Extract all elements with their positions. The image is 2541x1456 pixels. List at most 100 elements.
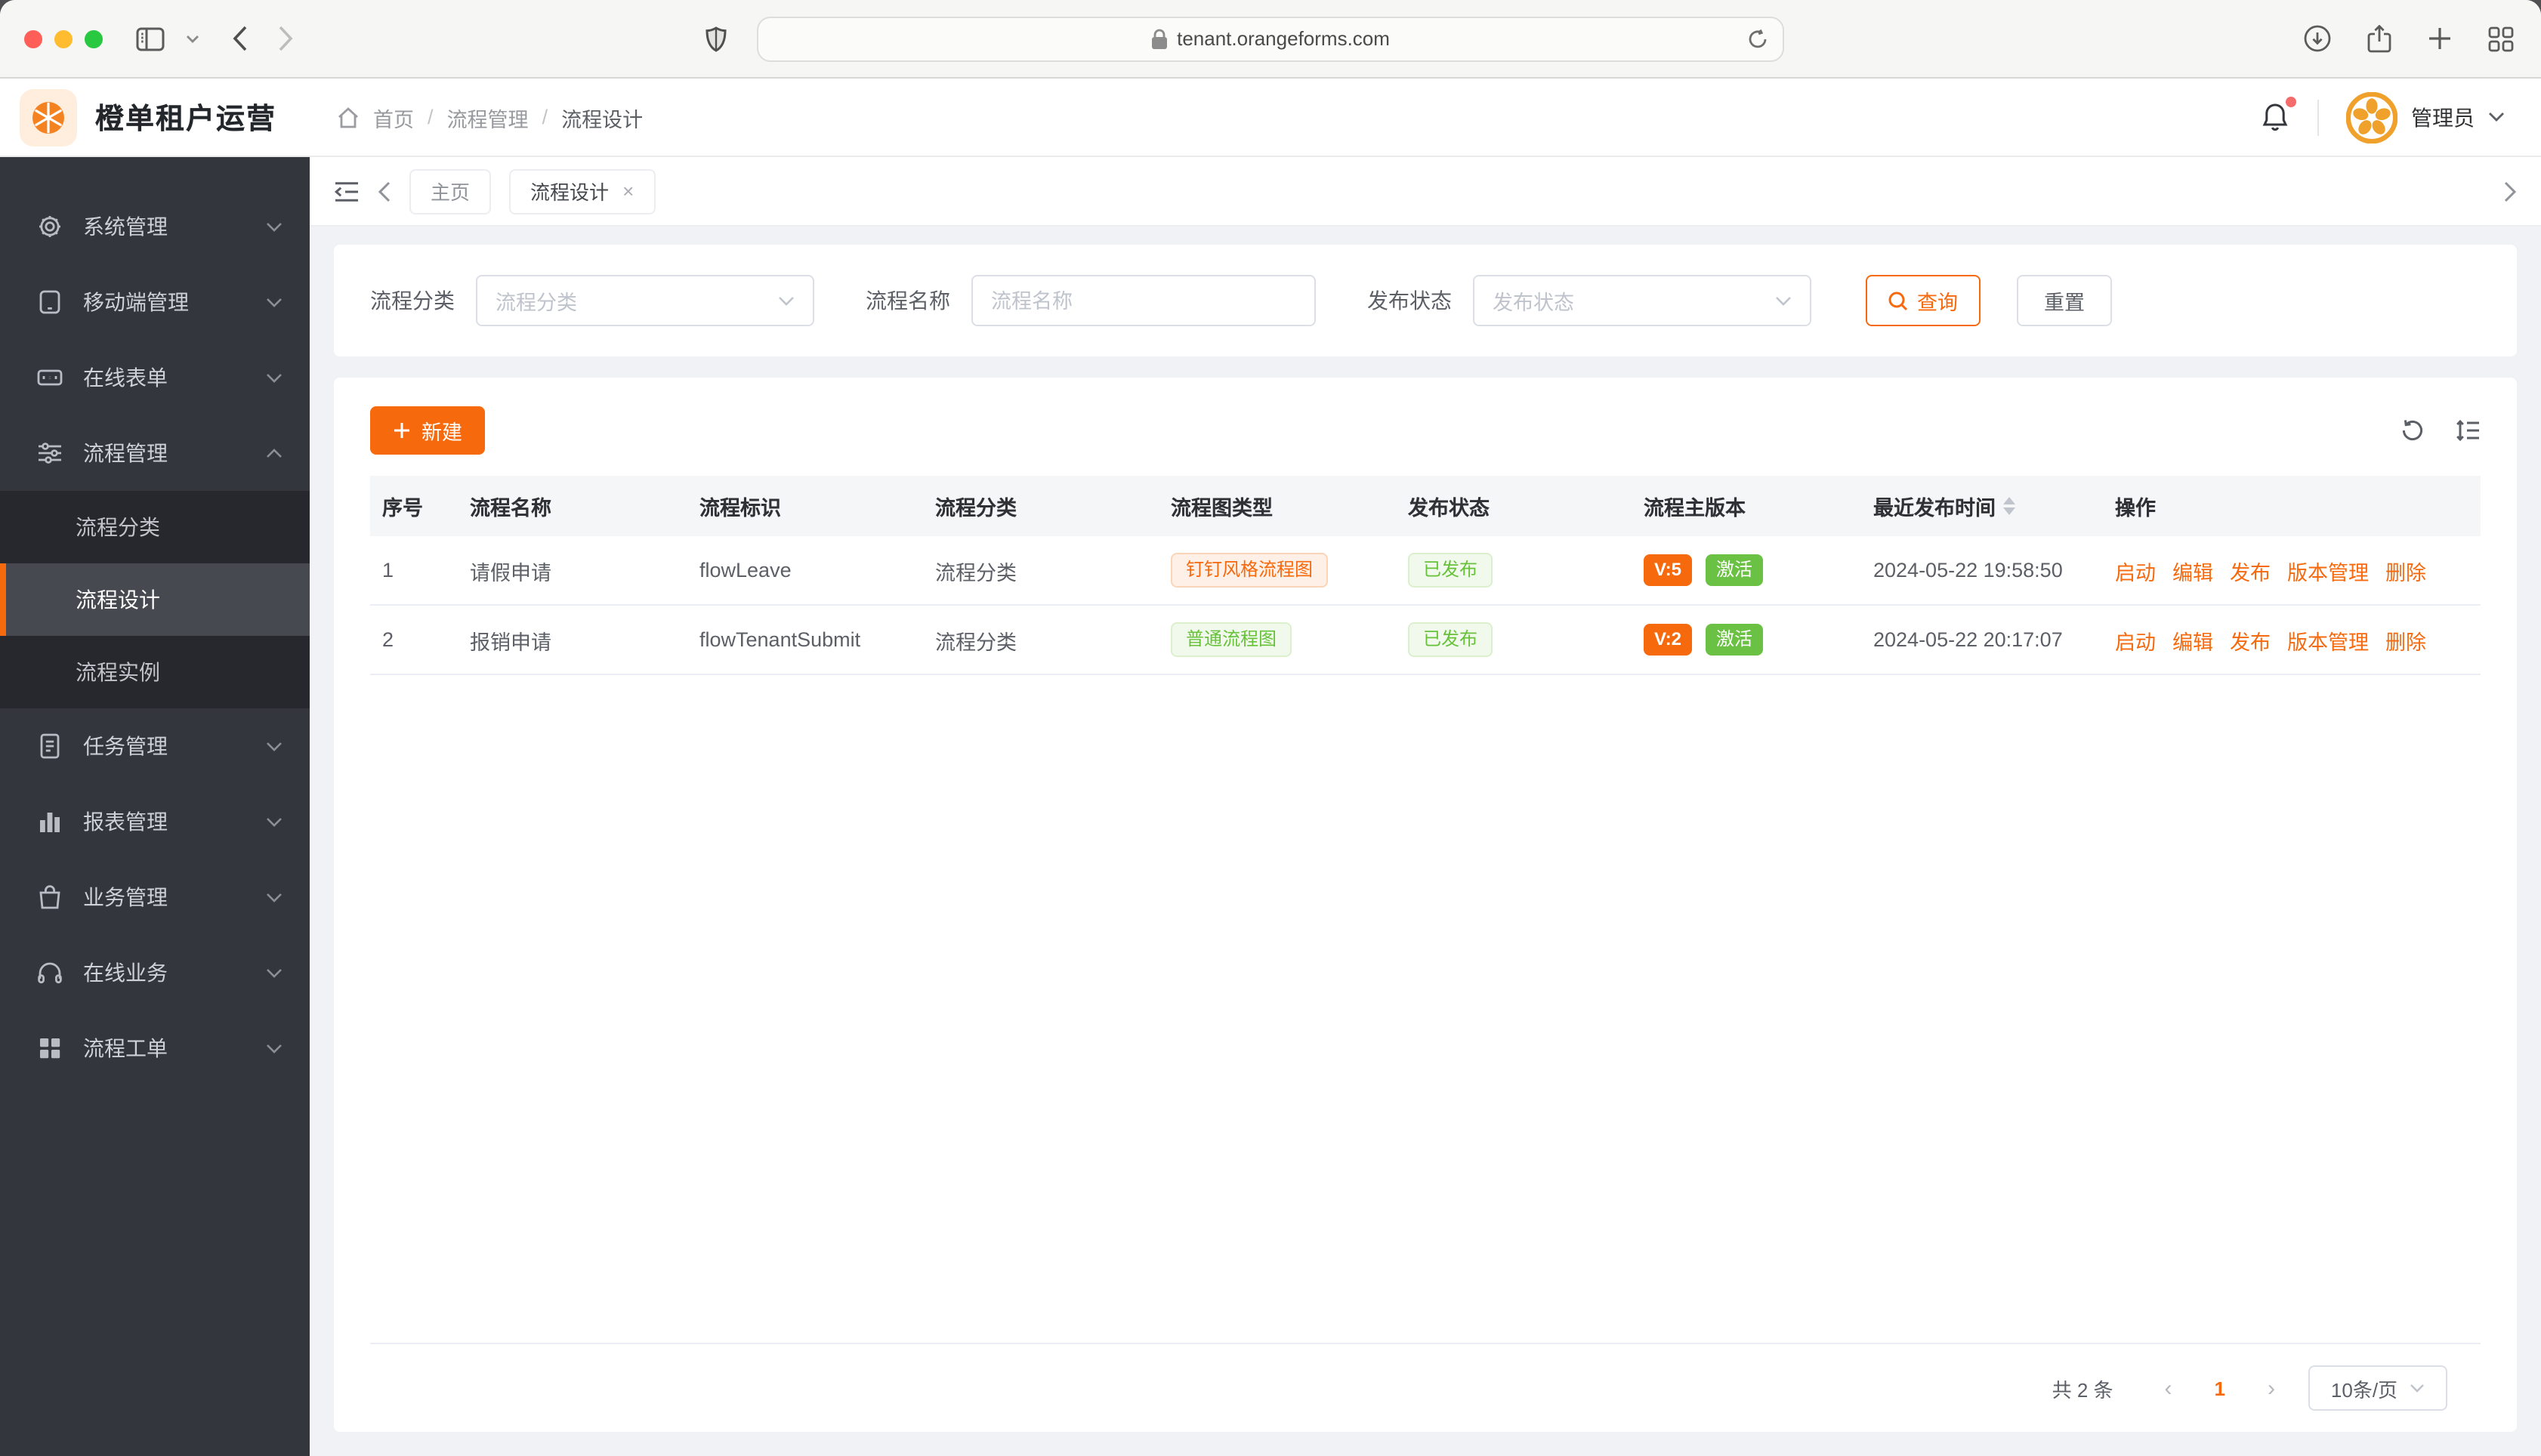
tab-bar: 主页 流程设计 × [310, 157, 2541, 227]
notifications-button[interactable] [2260, 97, 2296, 133]
sidebar-item-flow-mgmt[interactable]: 流程管理 [0, 415, 310, 491]
user-menu[interactable]: 管理员 [2346, 91, 2505, 143]
table-empty-area [370, 675, 2481, 1344]
publish-link[interactable]: 发布 [2230, 555, 2271, 585]
page-title: 橙单租户运营 [95, 104, 277, 136]
category-select[interactable]: 流程分类 [476, 275, 814, 326]
document-icon [36, 733, 63, 760]
version-mgmt-link[interactable]: 版本管理 [2287, 625, 2369, 655]
pagination: 共 2 条 ‹ 1 › 10条/页 [370, 1344, 2481, 1432]
page-number[interactable]: 1 [2215, 1377, 2225, 1399]
cell-name: 报销申请 [470, 631, 551, 653]
chevron-down-icon [266, 741, 283, 751]
flow-name-input[interactable] [971, 275, 1316, 326]
name-filter-label: 流程名称 [866, 288, 950, 313]
tab-flow-design[interactable]: 流程设计 × [509, 168, 656, 214]
grid-icon [36, 1035, 63, 1062]
chevron-up-icon [266, 448, 283, 458]
bar-chart-icon [36, 808, 63, 835]
headphones-icon [36, 959, 63, 986]
cell-name: 请假申请 [470, 561, 551, 584]
start-link[interactable]: 启动 [2115, 555, 2156, 585]
chevron-down-icon [266, 816, 283, 827]
chevron-down-icon [266, 221, 283, 232]
sidebar-item-mobile-mgmt[interactable]: 移动端管理 [0, 264, 310, 340]
url-text: tenant.orangeforms.com [1177, 27, 1390, 50]
delete-link[interactable]: 删除 [2385, 625, 2426, 655]
downloads-button[interactable] [2304, 25, 2331, 52]
sidebar-item-task-mgmt[interactable]: 任务管理 [0, 708, 310, 784]
delete-link[interactable]: 删除 [2385, 555, 2426, 585]
col-header-version: 流程主版本 [1644, 497, 1746, 520]
mobile-icon [36, 288, 63, 316]
back-button[interactable] [233, 26, 248, 51]
sidebar-dropdown-chevron-icon[interactable] [186, 34, 199, 43]
tab-scroll-left-icon[interactable] [378, 180, 391, 202]
create-button[interactable]: 新建 [370, 406, 485, 455]
tab-scroll-right-icon[interactable] [2503, 180, 2517, 202]
search-icon [1888, 291, 1908, 310]
refresh-table-icon[interactable] [2401, 418, 2425, 443]
table-header-row: 序号 流程名称 流程标识 流程分类 流程图类型 发布状态 流程主版本 最近发布时… [370, 476, 2481, 536]
chevron-down-icon [1775, 295, 1792, 306]
edit-link[interactable]: 编辑 [2172, 625, 2213, 655]
flow-mgmt-submenu: 流程分类 流程设计 流程实例 [0, 491, 310, 708]
breadcrumb-current: 流程设计 [561, 108, 644, 131]
chevron-down-icon [266, 967, 283, 978]
breadcrumb-flow-mgmt[interactable]: 流程管理 [447, 102, 529, 132]
sidebar-item-flow-workorder[interactable]: 流程工单 [0, 1010, 310, 1086]
table-row: 1 请假申请 flowLeave 流程分类 钉钉风格流程图 已发布 V:5 激活 … [370, 536, 2481, 606]
publish-link[interactable]: 发布 [2230, 625, 2271, 655]
sidebar-item-online-forms[interactable]: 在线表单 [0, 340, 310, 415]
avatar [2346, 91, 2397, 143]
version-mgmt-link[interactable]: 版本管理 [2287, 555, 2369, 585]
sidebar-item-report-mgmt[interactable]: 报表管理 [0, 784, 310, 859]
col-header-key: 流程标识 [699, 497, 781, 520]
forward-button[interactable] [278, 26, 293, 51]
minimize-window-button[interactable] [54, 29, 73, 48]
sidebar-item-business-mgmt[interactable]: 业务管理 [0, 859, 310, 935]
status-badge: 已发布 [1408, 553, 1493, 588]
reset-button[interactable]: 重置 [2017, 275, 2112, 326]
sidebar-item-flow-instance[interactable]: 流程实例 [0, 636, 310, 708]
collapse-tabs-icon[interactable] [334, 180, 360, 202]
chevron-down-icon [266, 1043, 283, 1053]
row-actions: 启动 编辑 发布 版本管理 删除 [2103, 555, 2481, 585]
prev-page-button[interactable]: ‹ [2156, 1375, 2181, 1401]
privacy-shield-icon[interactable] [705, 26, 727, 51]
reload-button[interactable] [1748, 28, 1768, 49]
edit-link[interactable]: 编辑 [2172, 555, 2213, 585]
col-header-published[interactable]: 最近发布时间 [1861, 491, 2103, 521]
start-link[interactable]: 启动 [2115, 625, 2156, 655]
tab-home[interactable]: 主页 [409, 168, 492, 214]
form-icon [36, 364, 63, 391]
zoom-window-button[interactable] [85, 29, 103, 48]
new-tab-button[interactable] [2428, 26, 2452, 51]
column-settings-icon[interactable] [2455, 418, 2481, 443]
chevron-down-icon [266, 892, 283, 902]
breadcrumb-home[interactable]: 首页 [373, 102, 414, 132]
close-window-button[interactable] [24, 29, 42, 48]
search-button[interactable]: 查询 [1866, 275, 1981, 326]
share-button[interactable] [2367, 24, 2391, 53]
cell-published-time: 2024-05-22 19:58:50 [1873, 559, 2063, 581]
cell-category: 流程分类 [935, 631, 1017, 653]
tab-overview-button[interactable] [2488, 26, 2514, 51]
sort-icon[interactable] [2003, 497, 2015, 515]
close-tab-icon[interactable]: × [622, 180, 634, 202]
col-header-status: 发布状态 [1408, 497, 1490, 520]
active-chip: 激活 [1706, 554, 1764, 586]
sidebar-item-flow-design[interactable]: 流程设计 [0, 563, 310, 636]
sidebar-item-system-mgmt[interactable]: 系统管理 [0, 189, 310, 264]
address-bar[interactable]: tenant.orangeforms.com [757, 16, 1784, 61]
status-filter-label: 发布状态 [1367, 288, 1452, 313]
sidebar-item-online-business[interactable]: 在线业务 [0, 935, 310, 1010]
page-size-select[interactable]: 10条/页 [2308, 1365, 2447, 1411]
browser-toolbar: tenant.orangeforms.com [0, 0, 2541, 79]
cell-category: 流程分类 [935, 561, 1017, 584]
status-select[interactable]: 发布状态 [1473, 275, 1811, 326]
cell-no: 2 [382, 628, 394, 651]
sidebar-toggle-icon[interactable] [136, 26, 165, 51]
next-page-button[interactable]: › [2258, 1375, 2284, 1401]
sidebar-item-flow-category[interactable]: 流程分类 [0, 491, 310, 563]
